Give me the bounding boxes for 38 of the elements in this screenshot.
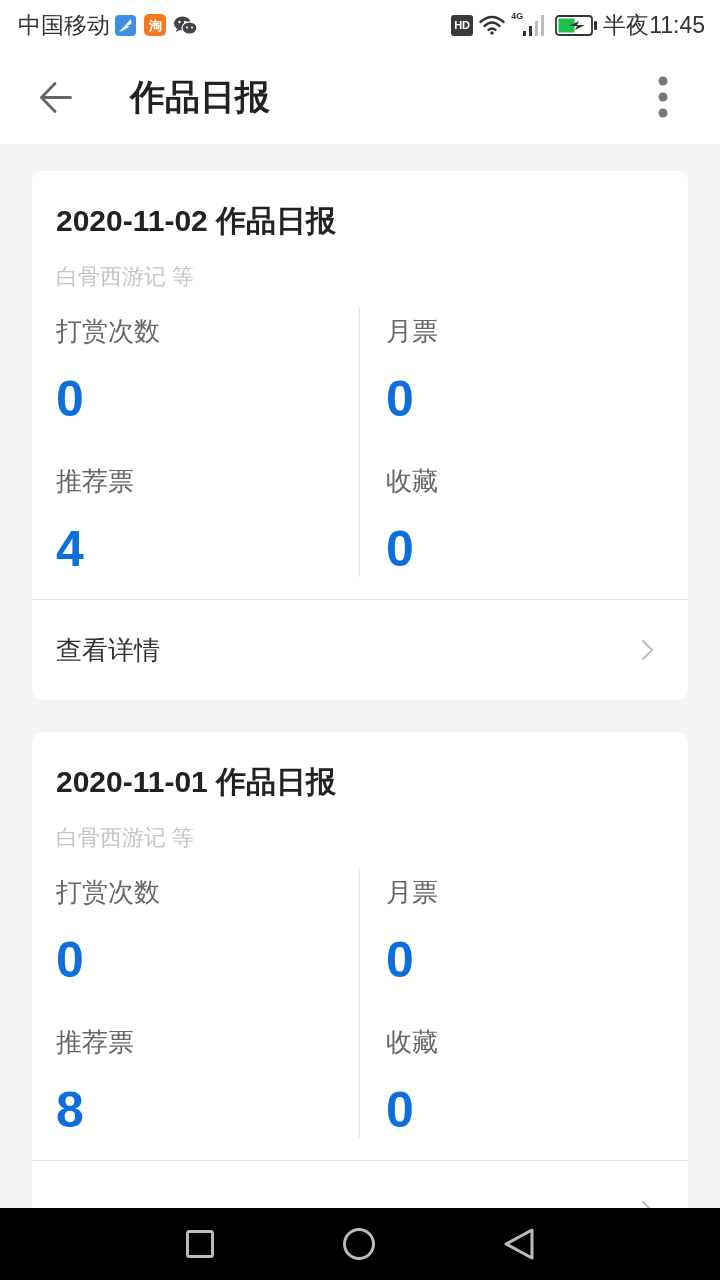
stat-value: 0 xyxy=(386,932,415,988)
stat-label: 打赏次数 xyxy=(56,315,161,347)
clock-time: 半夜11:45 xyxy=(603,11,705,40)
report-works: 白骨西游记 等 xyxy=(55,263,196,291)
back-icon[interactable] xyxy=(504,1228,534,1260)
battery-charging-icon xyxy=(555,14,598,36)
chevron-right-icon xyxy=(642,640,653,660)
stat-label: 推荐票 xyxy=(56,465,135,497)
carrier-name: 中国移动 xyxy=(18,11,110,40)
stat-value: 0 xyxy=(386,521,415,577)
stat-label: 推荐票 xyxy=(56,1026,135,1058)
more-options-icon[interactable] xyxy=(658,76,668,118)
chat-bubbles-icon xyxy=(174,15,197,35)
stat-value: 0 xyxy=(56,932,85,988)
view-details-button[interactable]: 查看详情 xyxy=(32,600,688,700)
stat-label: 收藏 xyxy=(386,1026,439,1058)
stat-label: 月票 xyxy=(386,876,439,908)
signal-bars-icon xyxy=(523,14,546,36)
wifi-icon xyxy=(479,15,506,35)
stat-value: 4 xyxy=(56,521,85,577)
square-icon[interactable] xyxy=(186,1230,214,1258)
stat-value: 0 xyxy=(56,371,85,427)
page-title: 作品日报 xyxy=(130,76,270,118)
report-works: 白骨西游记 等 xyxy=(55,824,196,852)
network-type-label: 4G xyxy=(511,12,524,21)
stat-label: 打赏次数 xyxy=(56,876,161,908)
stat-label: 收藏 xyxy=(386,465,439,497)
report-title: 2020-11-01 作品日报 xyxy=(55,764,338,800)
stat-value: 8 xyxy=(56,1082,85,1138)
report-title: 2020-11-02 作品日报 xyxy=(55,203,338,239)
quill-app-icon xyxy=(115,14,136,36)
circle-icon[interactable] xyxy=(343,1228,375,1260)
hd-badge: HD xyxy=(451,14,474,36)
stat-value: 0 xyxy=(386,371,415,427)
stat-value: 0 xyxy=(386,1082,415,1138)
app-icon-badge: 淘 xyxy=(144,14,166,36)
back-arrow-icon[interactable] xyxy=(40,81,72,113)
stat-label: 月票 xyxy=(386,315,439,347)
